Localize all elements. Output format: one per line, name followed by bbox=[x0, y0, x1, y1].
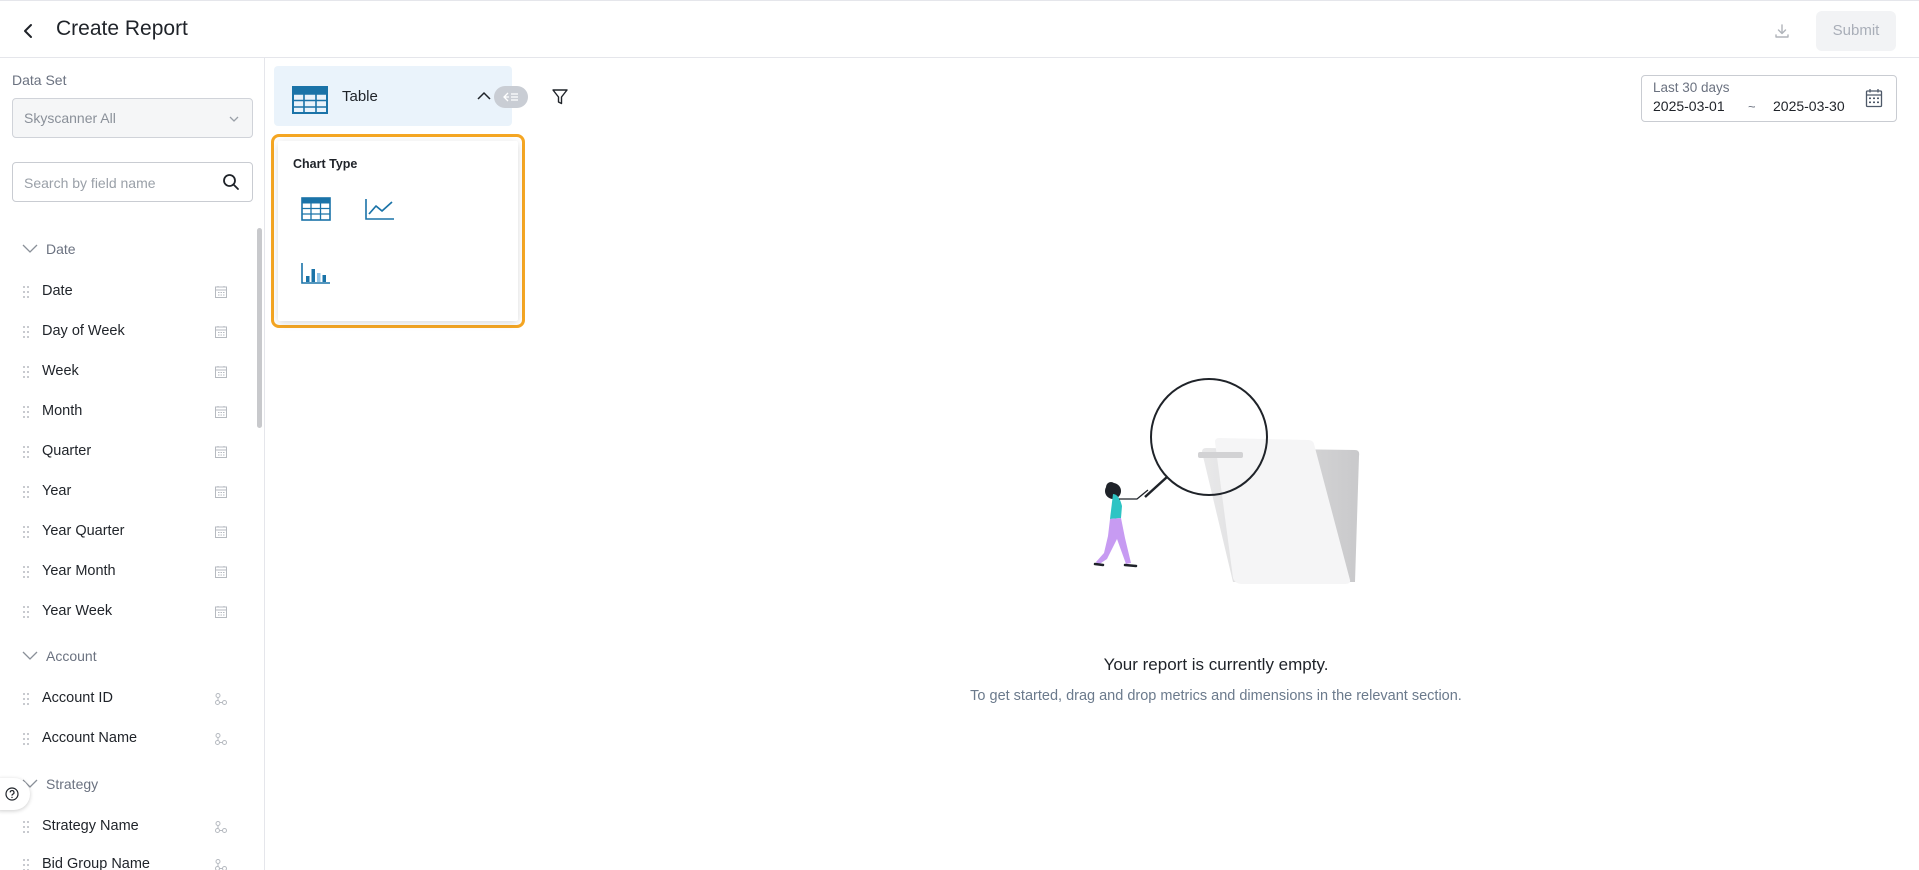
calendar-icon bbox=[215, 566, 227, 578]
field-item-year-week[interactable]: Year Week bbox=[22, 601, 232, 623]
date-end[interactable]: 2025-03-30 bbox=[1773, 98, 1845, 114]
field-item-year-quarter[interactable]: Year Quarter bbox=[22, 521, 232, 543]
chart-type-switch[interactable]: Table bbox=[274, 66, 512, 126]
dimension-icon bbox=[215, 733, 227, 745]
field-item-strategy-name[interactable]: Strategy Name bbox=[22, 816, 232, 838]
drag-handle-icon bbox=[23, 446, 29, 458]
drag-handle-icon bbox=[23, 606, 29, 618]
field-label: Bid Group Name bbox=[42, 856, 150, 870]
chevron-up-icon bbox=[477, 91, 491, 100]
dataset-value: Skyscanner All bbox=[24, 110, 116, 126]
chart-type-popover: Chart Type bbox=[271, 134, 525, 328]
calendar-icon bbox=[215, 286, 227, 298]
field-item-year-month[interactable]: Year Month bbox=[22, 561, 232, 583]
calendar-icon bbox=[215, 326, 227, 338]
date-range-picker[interactable]: Last 30 days 2025-03-01 ~ 2025-03-30 bbox=[1641, 75, 1897, 122]
chart-type-label: Table bbox=[342, 88, 378, 105]
chart-option-bar[interactable] bbox=[297, 255, 333, 291]
field-label: Year bbox=[42, 483, 72, 499]
field-item-date[interactable]: Date bbox=[22, 281, 232, 303]
calendar-icon bbox=[215, 366, 227, 378]
drag-handle-icon bbox=[23, 859, 29, 870]
drag-handle-icon bbox=[23, 406, 29, 418]
download-icon[interactable] bbox=[1772, 21, 1792, 41]
collapse-icon bbox=[503, 92, 518, 102]
field-item-year[interactable]: Year bbox=[22, 481, 232, 503]
field-item-account-name[interactable]: Account Name bbox=[22, 728, 232, 750]
date-start[interactable]: 2025-03-01 bbox=[1653, 98, 1725, 114]
group-label: Date bbox=[46, 241, 76, 257]
field-item-bid-group-name[interactable]: Bid Group Name bbox=[22, 854, 232, 870]
collapse-panel-toggle[interactable] bbox=[494, 86, 528, 108]
field-label: Date bbox=[42, 283, 73, 299]
field-item-quarter[interactable]: Quarter bbox=[22, 441, 232, 463]
dataset-select[interactable]: Skyscanner All bbox=[12, 98, 253, 138]
field-item-week[interactable]: Week bbox=[22, 361, 232, 383]
empty-state-subtitle: To get started, drag and drop metrics an… bbox=[970, 688, 1462, 704]
chart-option-line[interactable] bbox=[361, 191, 397, 227]
calendar-icon bbox=[215, 446, 227, 458]
help-icon bbox=[5, 787, 19, 801]
filter-icon[interactable] bbox=[551, 88, 569, 106]
drag-handle-icon bbox=[23, 821, 29, 833]
empty-state-title: Your report is currently empty. bbox=[1103, 655, 1329, 674]
drag-handle-icon bbox=[23, 326, 29, 338]
bar-chart-icon bbox=[301, 263, 330, 284]
calendar-icon bbox=[215, 406, 227, 418]
submit-button[interactable]: Submit bbox=[1816, 11, 1896, 51]
help-button[interactable] bbox=[0, 778, 30, 810]
group-header-strategy[interactable]: Strategy bbox=[22, 774, 98, 794]
table-icon bbox=[301, 197, 331, 221]
calendar-icon bbox=[215, 486, 227, 498]
field-label: Month bbox=[42, 403, 83, 419]
back-icon[interactable] bbox=[18, 19, 38, 43]
dimension-icon bbox=[215, 859, 227, 870]
drag-handle-icon bbox=[23, 566, 29, 578]
drag-handle-icon bbox=[23, 486, 29, 498]
drag-handle-icon bbox=[23, 366, 29, 378]
field-label: Day of Week bbox=[42, 323, 125, 339]
chart-type-title: Chart Type bbox=[293, 157, 358, 171]
search-input[interactable] bbox=[24, 173, 214, 193]
sidebar-scrollbar[interactable] bbox=[257, 228, 262, 428]
field-label: Year Week bbox=[42, 603, 113, 619]
page-header: Create Report Submit bbox=[0, 0, 1919, 58]
field-label: Account Name bbox=[42, 730, 138, 746]
field-label: Year Quarter bbox=[42, 523, 125, 539]
date-separator: ~ bbox=[1748, 99, 1756, 114]
group-label: Strategy bbox=[46, 776, 99, 792]
field-item-month[interactable]: Month bbox=[22, 401, 232, 423]
table-icon bbox=[292, 86, 328, 114]
calendar-icon bbox=[215, 606, 227, 618]
group-header-date[interactable]: Date bbox=[22, 239, 76, 259]
field-label: Quarter bbox=[42, 443, 92, 459]
dataset-label: Data Set bbox=[12, 72, 67, 88]
line-chart-icon bbox=[365, 199, 394, 220]
calendar-icon[interactable] bbox=[1865, 88, 1883, 108]
page-title: Create Report bbox=[56, 17, 188, 40]
dimension-icon bbox=[215, 821, 227, 833]
search-icon[interactable] bbox=[222, 173, 240, 191]
field-sidebar: Data Set Skyscanner All Date Date Day of… bbox=[0, 58, 265, 870]
drag-handle-icon bbox=[23, 526, 29, 538]
field-label: Week bbox=[42, 363, 79, 379]
date-range-label: Last 30 days bbox=[1653, 80, 1730, 95]
drag-handle-icon bbox=[23, 286, 29, 298]
field-item-day-of-week[interactable]: Day of Week bbox=[22, 321, 232, 343]
chevron-down-icon bbox=[22, 244, 38, 253]
field-search bbox=[12, 162, 253, 202]
empty-state-illustration bbox=[1093, 378, 1360, 584]
field-label: Strategy Name bbox=[42, 818, 139, 834]
chart-type-panel: Chart Type bbox=[278, 141, 518, 321]
calendar-icon bbox=[215, 526, 227, 538]
drag-handle-icon bbox=[23, 733, 29, 745]
field-label: Year Month bbox=[42, 563, 116, 579]
chevron-down-icon bbox=[229, 116, 239, 122]
chart-option-table[interactable] bbox=[297, 191, 333, 227]
